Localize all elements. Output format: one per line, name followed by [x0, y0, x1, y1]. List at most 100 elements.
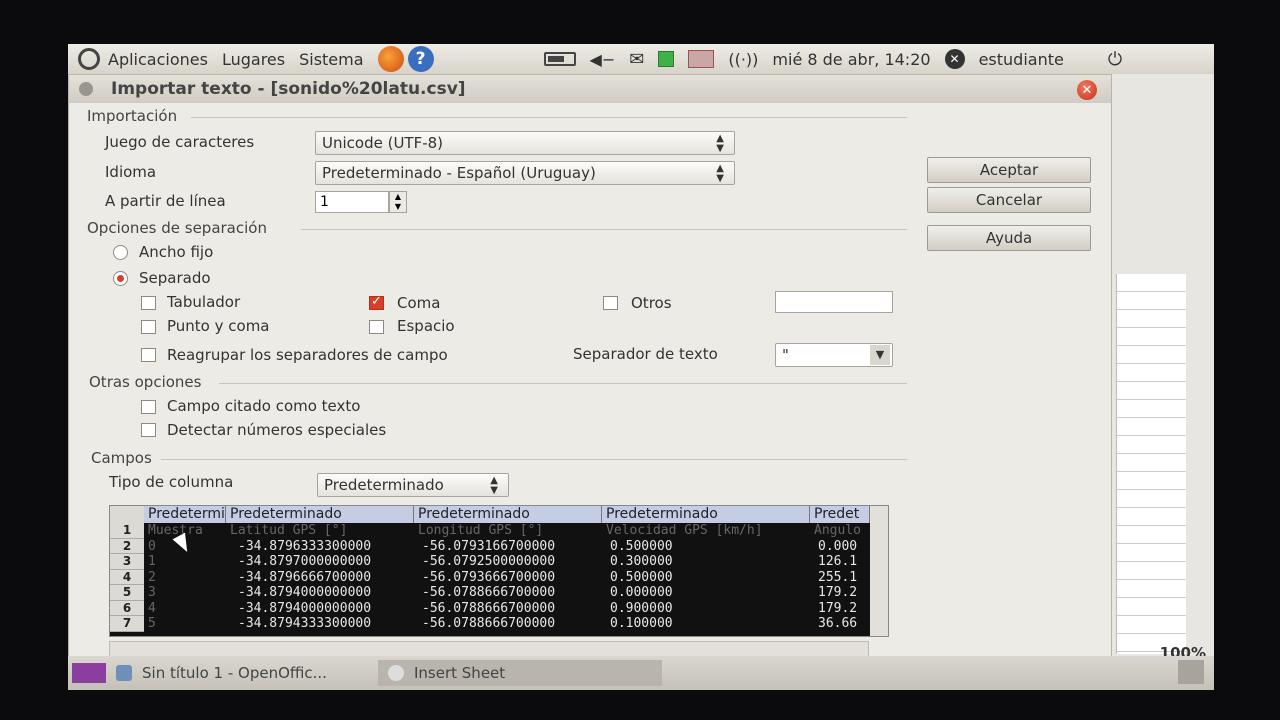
spin-arrows-icon: ▲ ▼: [716, 163, 724, 184]
other-checkbox[interactable]: [603, 296, 618, 310]
quoted-as-text-label[interactable]: Campo citado como texto: [167, 397, 360, 415]
taskbar-item-label: Insert Sheet: [414, 664, 506, 682]
preview-vertical-scrollbar[interactable]: [870, 506, 888, 636]
semicolon-label[interactable]: Punto y coma: [167, 317, 270, 335]
spin-arrows-icon: ▲ ▼: [490, 475, 498, 496]
separated-label[interactable]: Separado: [139, 269, 211, 287]
table-cell: -56.0788666700000: [422, 616, 556, 631]
preview-horizontal-scrollbar[interactable]: [109, 641, 869, 657]
ok-button[interactable]: Aceptar: [927, 157, 1091, 183]
table-cell: Longitud GPS [°]: [418, 523, 544, 538]
table-cell: 36.66: [818, 616, 858, 631]
power-icon[interactable]: ⏻: [1108, 49, 1122, 70]
preview-col-header[interactable]: Predeterminado: [144, 506, 226, 523]
preview-col-header[interactable]: Predeterminado: [602, 506, 810, 523]
table-cell: Ángulo: [814, 523, 861, 538]
semicolon-checkbox[interactable]: [141, 320, 156, 334]
import-preview-grid[interactable]: Predeterminado Predeterminado Predetermi…: [109, 505, 889, 637]
fixed-width-label[interactable]: Ancho fijo: [139, 243, 213, 261]
window-menu-icon[interactable]: [79, 82, 93, 96]
from-line-stepper[interactable]: ▲ ▼: [389, 191, 407, 213]
spin-arrows-icon: ▲ ▼: [716, 133, 724, 154]
text-delimiter-select[interactable]: " ▼: [775, 343, 893, 367]
comma-checkbox[interactable]: [369, 294, 384, 310]
close-icon[interactable]: ✕: [1077, 80, 1097, 100]
ubuntu-logo-icon[interactable]: [78, 48, 100, 70]
comma-label[interactable]: Coma: [397, 294, 440, 312]
row-number: 3: [110, 554, 144, 570]
trash-icon[interactable]: [1178, 660, 1204, 684]
table-cell: 1: [148, 554, 156, 569]
row-number: 2: [110, 538, 144, 554]
row-number: 6: [110, 600, 144, 616]
row-number: 7: [110, 616, 144, 632]
table-cell: 2: [148, 569, 156, 585]
divider: [301, 229, 907, 230]
firefox-icon[interactable]: [377, 46, 404, 72]
preview-col-header[interactable]: Predeterminado: [226, 506, 414, 523]
fixed-width-radio[interactable]: [113, 245, 128, 260]
table-cell: -34.8796666700000: [238, 569, 372, 585]
system-tray: ◀− ✉ ((·)) mié 8 de abr, 14:20 ✕ estudia…: [543, 49, 1122, 70]
language-select[interactable]: Predeterminado - Español (Uruguay) ▲ ▼: [315, 161, 735, 185]
row-number: 1: [110, 523, 144, 539]
separated-radio[interactable]: [113, 271, 128, 286]
divider: [191, 117, 907, 118]
table-cell: -56.0788666700000: [422, 600, 556, 616]
from-line-input[interactable]: 1: [315, 191, 389, 213]
section-separacion: Opciones de separación: [87, 219, 267, 237]
bottom-taskbar: Sin título 1 - OpenOffic... Insert Sheet: [68, 656, 1214, 690]
table-cell: Velocidad GPS [km/h]: [606, 523, 763, 538]
show-desktop-icon[interactable]: [72, 663, 106, 683]
charset-label: Juego de caracteres: [105, 133, 255, 151]
from-line-label: A partir de línea: [105, 192, 226, 210]
dialog-titlebar[interactable]: Importar texto - [sonido%20latu.csv] ✕: [69, 75, 1111, 103]
import-text-dialog: Importar texto - [sonido%20latu.csv] ✕ I…: [68, 74, 1112, 664]
quoted-as-text-checkbox[interactable]: [141, 400, 156, 414]
tab-checkbox[interactable]: [141, 296, 156, 310]
table-cell: 126.1: [818, 554, 858, 569]
table-cell: -34.8797000000000: [238, 554, 372, 569]
table-cell: 0.900000: [610, 600, 673, 616]
cancel-button[interactable]: Cancelar: [927, 187, 1091, 213]
taskbar-item-openoffice[interactable]: Sin título 1 - OpenOffic...: [106, 660, 378, 686]
clock[interactable]: mié 8 de abr, 14:20: [772, 50, 930, 69]
merge-delimiters-checkbox[interactable]: [141, 348, 156, 362]
menu-sistema[interactable]: Sistema: [299, 50, 363, 69]
mail-icon[interactable]: ✉: [629, 49, 644, 70]
menu-lugares[interactable]: Lugares: [222, 50, 285, 69]
battery-icon[interactable]: [543, 52, 576, 66]
wifi-icon[interactable]: ((·)): [728, 50, 758, 69]
detect-special-numbers-label[interactable]: Detectar números especiales: [167, 421, 386, 439]
preview-col-header[interactable]: Predeterminado: [414, 506, 602, 523]
detect-special-numbers-checkbox[interactable]: [141, 423, 156, 437]
other-label[interactable]: Otros: [631, 294, 672, 312]
preview-col-header[interactable]: Predet: [810, 506, 870, 523]
taskbar-item-insert-sheet[interactable]: Insert Sheet: [378, 660, 662, 686]
space-checkbox[interactable]: [369, 320, 384, 334]
volume-icon[interactable]: ◀−: [590, 50, 616, 69]
username[interactable]: estudiante: [979, 50, 1064, 69]
space-label[interactable]: Espacio: [397, 317, 455, 335]
table-cell: -56.0788666700000: [422, 585, 556, 600]
other-separator-input[interactable]: [775, 291, 893, 313]
section-otras: Otras opciones: [89, 373, 202, 391]
column-type-value: Predeterminado: [324, 476, 444, 494]
help-button[interactable]: Ayuda: [927, 225, 1091, 251]
merge-delimiters-label[interactable]: Reagrupar los separadores de campo: [167, 346, 448, 364]
section-importacion: Importación: [87, 107, 178, 125]
tab-label[interactable]: Tabulador: [167, 293, 240, 311]
table-cell: 5: [148, 616, 156, 631]
spreadsheet-grid: [1116, 274, 1186, 654]
table-cell: 4: [148, 600, 156, 616]
column-type-select[interactable]: Predeterminado ▲ ▼: [317, 473, 509, 497]
user-status-icon[interactable]: ✕: [944, 49, 965, 69]
table-cell: -34.8794000000000: [238, 600, 372, 616]
table-cell: 255.1: [818, 569, 858, 585]
network-icon[interactable]: [658, 51, 675, 67]
calendar-icon[interactable]: [688, 50, 715, 68]
chevron-down-icon[interactable]: ▼: [870, 345, 890, 365]
menu-aplicaciones[interactable]: Aplicaciones: [108, 50, 208, 69]
help-icon[interactable]: ?: [407, 46, 434, 72]
charset-select[interactable]: Unicode (UTF-8) ▲ ▼: [315, 131, 735, 155]
